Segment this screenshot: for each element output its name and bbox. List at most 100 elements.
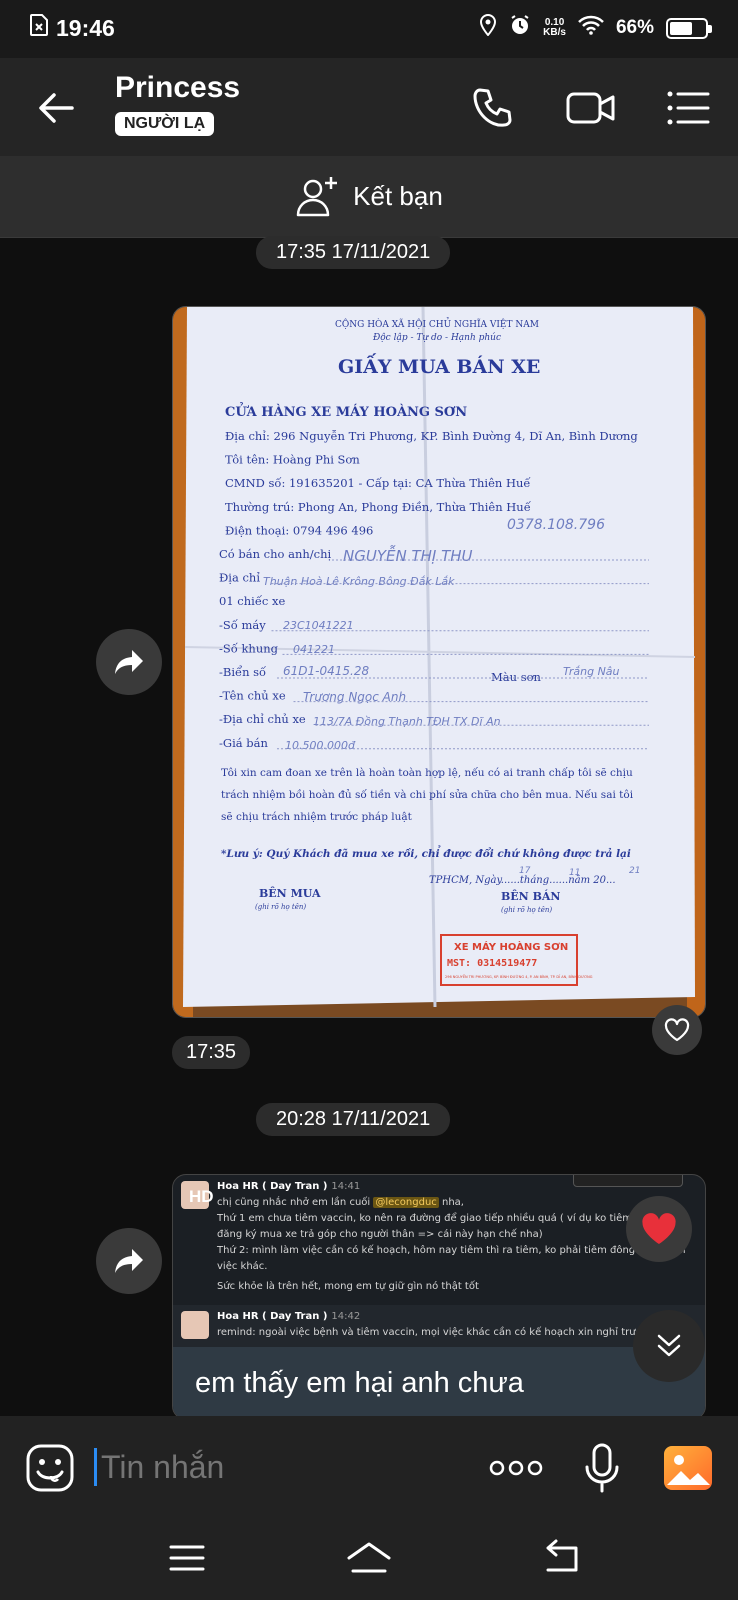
slack-sender-2: Hoa HR ( Day Tran ) <box>217 1311 328 1322</box>
date-separator-2: 20:28 17/11/2021 <box>256 1103 451 1136</box>
receipt-line: -Tên chủ xe <box>219 689 286 703</box>
receipt-line: -Biển số <box>219 665 267 679</box>
more-options-button[interactable] <box>488 1442 544 1494</box>
video-camera-icon <box>566 92 615 124</box>
handwritten-engine: 23C1041221 <box>283 619 354 632</box>
share-arrow-icon <box>115 650 143 674</box>
stranger-badge: NGƯỜI LẠ <box>115 112 215 136</box>
receipt-buyer-sub: (ghi rõ họ tên) <box>255 903 306 911</box>
image-message-screenshot[interactable]: HD Hoa HR ( Day Tran ) 14:41 chị cũng nhắ… <box>172 1174 706 1420</box>
forward-button[interactable] <box>96 629 162 695</box>
nav-home-button[interactable] <box>345 1538 393 1578</box>
receipt-seller: BÊN BÁN <box>501 889 560 903</box>
receipt-line: Có bán cho anh/chị <box>219 547 331 561</box>
return-icon <box>546 1539 578 1572</box>
receipt-line: Địa chỉ <box>219 571 260 585</box>
receipt-buyer: BÊN MUA <box>259 886 321 900</box>
receipt-line: -Số máy <box>219 618 266 632</box>
network-speed: 0.10 KB/s <box>543 18 566 38</box>
more-dots-icon <box>489 1460 543 1476</box>
menu-button[interactable] <box>664 84 712 132</box>
handwritten-plate: 61D1-0415.28 <box>283 664 369 678</box>
nav-back-button[interactable] <box>538 1538 586 1578</box>
handwritten-year: 21 <box>629 866 640 876</box>
phone-icon <box>473 88 512 127</box>
receipt-line: -Số khung <box>219 641 279 655</box>
video-call-button[interactable] <box>565 84 615 132</box>
slack-line-3: Sức khỏe là trên hết, mong em tự giữ gìn… <box>217 1281 479 1292</box>
add-friend-label: Kết bạn <box>353 181 443 211</box>
location-icon <box>479 13 497 42</box>
receipt-line: CMND số: 191635201 - Cấp tại: CA Thừa Th… <box>225 476 531 490</box>
image-gallery-icon <box>664 1446 712 1490</box>
image-caption: em thấy em hại anh chưa <box>173 1347 705 1419</box>
receipt-seller-sub: (ghi rõ họ tên) <box>501 906 552 914</box>
receipt-line: 01 chiếc xe <box>219 594 285 608</box>
react-button-2[interactable] <box>626 1196 692 1262</box>
receipt-commitment: Tôi xin cam đoan xe trên là hoàn toàn hợ… <box>221 766 633 779</box>
message-time: 17:35 <box>172 1036 251 1069</box>
image-message-receipt[interactable]: CỘNG HÒA XÃ HỘI CHỦ NGHĨA VIỆT NAM Độc l… <box>172 306 706 1018</box>
chat-title[interactable]: Princess <box>115 71 240 105</box>
emoji-icon <box>26 1444 74 1492</box>
gallery-button[interactable] <box>662 1442 714 1494</box>
handwritten-price: 10.500.000đ <box>285 739 356 752</box>
receipt-line: -Địa chỉ chủ xe <box>219 712 306 726</box>
heart-outline-icon <box>664 1018 690 1042</box>
stamp-title: XE MÁY HOÀNG SƠN <box>454 940 568 953</box>
share-arrow-icon <box>115 1249 143 1273</box>
slack-remind: remind: ngoài việc bệnh và tiêm vaccin, … <box>217 1327 648 1338</box>
handwritten-address: Thuận Hoà Lê Krông Bông Đắk Lắk <box>263 575 455 588</box>
add-user-icon <box>296 176 338 216</box>
status-bar: 19:46 0.10 KB/s 66% <box>0 0 738 58</box>
double-chevron-down-icon <box>657 1334 681 1357</box>
stamp-mst: MST: 0314519477 <box>447 958 537 969</box>
chat-header: Princess NGƯỜI LẠ <box>0 58 738 156</box>
handwritten-day: 17 <box>519 866 531 876</box>
scroll-to-bottom-button[interactable] <box>633 1310 705 1382</box>
date-separator: 17:35 17/11/2021 <box>256 236 451 269</box>
nav-menu-button[interactable] <box>163 1538 211 1578</box>
receipt-line: Địa chỉ: 296 Nguyễn Tri Phương, KP. Bình… <box>225 429 638 443</box>
receipt-date-line: TPHCM, Ngày......tháng......năm 20... <box>429 875 616 886</box>
react-button[interactable] <box>652 1005 702 1055</box>
back-arrow-icon <box>39 93 74 123</box>
add-friend-button[interactable]: Kết bạn <box>0 156 738 238</box>
receipt-commitment-3: sẽ chịu trách nhiệm trước pháp luật <box>221 811 413 823</box>
status-time: 19:46 <box>56 14 115 41</box>
receipt-motto: Độc lập - Tự do - Hạnh phúc <box>372 332 501 343</box>
handwritten-buyer-name: NGUYỄN THỊ THU <box>343 544 473 565</box>
message-composer <box>0 1416 738 1516</box>
slack-line-2: Thứ 2: mình làm việc cần có kế hoạch, hô… <box>217 1245 686 1272</box>
sticker-button[interactable] <box>24 1442 76 1494</box>
handwritten-owner-addr: 113/7A Đồng Thạnh TĐH TX Dĩ An <box>313 715 501 728</box>
slack-intro-end: nha, <box>441 1197 464 1208</box>
receipt-commitment-2: trách nhiệm bồi hoàn đủ số tiền và chi p… <box>221 788 634 801</box>
alarm-icon <box>509 14 531 42</box>
stamp-address: 296 NGUYỄN TRI PHƯƠNG, KP. BÌNH ĐƯỜNG 4,… <box>445 974 593 979</box>
voice-record-button[interactable] <box>576 1442 628 1494</box>
wifi-icon <box>578 15 604 41</box>
voice-call-button[interactable] <box>470 84 518 132</box>
receipt-line: -Giá bán <box>219 736 268 750</box>
receipt-mau-son: Màu sơn <box>491 670 542 684</box>
battery-icon <box>666 17 712 39</box>
handwritten-phone: 0378.108.796 <box>507 517 605 533</box>
home-icon <box>347 1542 391 1573</box>
heart-filled-icon <box>642 1213 676 1244</box>
forward-button-2[interactable] <box>96 1228 162 1294</box>
slack-mention: @lecongduc <box>373 1197 439 1208</box>
receipt-line: Tôi tên: Hoàng Phi Sơn <box>225 453 360 467</box>
receipt-line: Điện thoại: 0794 496 496 <box>225 523 373 537</box>
receipt-shop: CỬA HÀNG XE MÁY HOÀNG SƠN <box>225 402 467 420</box>
back-button[interactable] <box>34 86 78 130</box>
handwritten-color: Trắng Nâu <box>563 665 620 678</box>
microphone-icon <box>585 1443 619 1493</box>
sim-card-icon <box>30 14 48 42</box>
battery-percent: 66% <box>615 17 654 38</box>
receipt-title: GIẤY MUA BÁN XE <box>338 353 540 378</box>
receipt-line: Thường trú: Phong An, Phong Điền, Thừa T… <box>225 500 532 514</box>
slack-message-1: Hoa HR ( Day Tran ) 14:41 chị cũng nhắc n… <box>181 1179 701 1295</box>
message-input[interactable] <box>94 1448 394 1486</box>
slack-intro: chị cũng nhắc nhở em lần cuối <box>217 1197 371 1208</box>
